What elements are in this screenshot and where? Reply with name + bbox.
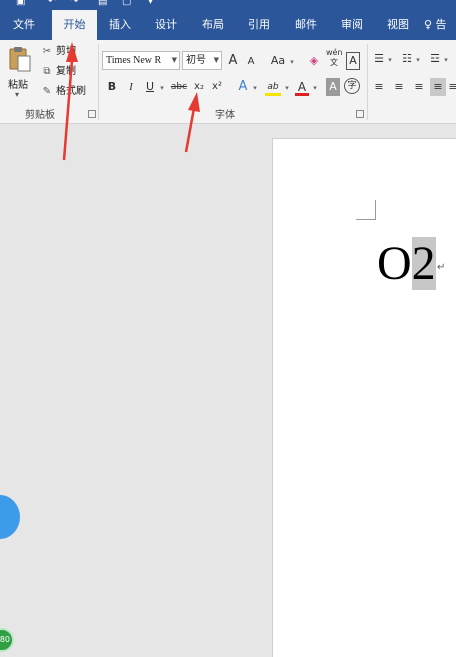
superscript-button[interactable]: x² [210, 78, 224, 96]
scissors-icon: ✂ [42, 46, 52, 57]
tab-file[interactable]: 文件 [0, 10, 48, 40]
copy-label: 复制 [56, 66, 76, 77]
save-icon[interactable]: ▣ [16, 0, 25, 7]
character-shading-button[interactable]: A [326, 78, 340, 96]
shrink-font-button[interactable]: A [244, 53, 258, 71]
italic-button[interactable]: I [125, 78, 137, 96]
undo-icon[interactable]: ↶ [48, 0, 56, 7]
tab-home[interactable]: 开始 [52, 10, 97, 40]
customize-qat-icon[interactable]: ▾ [148, 0, 153, 7]
chevron-down-icon[interactable]: ▾ [311, 78, 319, 96]
chevron-down-icon[interactable]: ▾ [414, 50, 422, 68]
tab-review[interactable]: 审阅 [332, 10, 372, 40]
ribbon-home: 粘贴 ▾ ✂ 剪切 ⧉ 复制 ✎ 格式刷 剪贴板 Times New R ▼ 初号 ▼… [0, 40, 456, 124]
chevron-down-icon[interactable]: ▾ [251, 78, 259, 96]
chevron-down-icon[interactable]: ▾ [386, 50, 394, 68]
tell-me-box[interactable]: ♀ 告 [424, 10, 456, 40]
paste-dropdown-icon[interactable]: ▾ [15, 90, 19, 99]
new-document-icon[interactable]: ▢ [122, 0, 131, 7]
chevron-down-icon[interactable]: ▾ [283, 78, 291, 96]
chevron-down-icon[interactable]: ▾ [442, 50, 450, 68]
text-effects-button[interactable]: A [236, 78, 250, 96]
chevron-down-icon: ▼ [171, 56, 177, 64]
tab-layout[interactable]: 布局 [193, 10, 233, 40]
grow-font-button[interactable]: A [226, 52, 240, 70]
speed-badge: 80 [0, 628, 14, 652]
quick-access-toolbar: ▣ ↶ ↷ ▤ ▢ ▾ [0, 0, 200, 10]
subscript-button[interactable]: x₂ [192, 78, 206, 96]
tab-view[interactable]: 视图 [378, 10, 418, 40]
floating-assistant-icon[interactable] [0, 495, 20, 539]
selected-text[interactable]: 2 [411, 237, 436, 290]
align-left-icon[interactable]: ≡ [372, 78, 386, 96]
strikethrough-button[interactable]: abc [170, 78, 188, 96]
paintbrush-icon: ✎ [42, 86, 52, 97]
font-size-value: 初号 [186, 55, 206, 66]
tab-design[interactable]: 设计 [146, 10, 186, 40]
copy-button[interactable]: ⧉ 复制 [40, 64, 76, 80]
enclose-characters-button[interactable]: 字 [344, 78, 360, 94]
cut-button[interactable]: ✂ 剪切 [40, 44, 76, 60]
group-divider [367, 44, 368, 120]
bullets-icon[interactable]: ☰ [372, 50, 386, 68]
align-center-icon[interactable]: ≡ [392, 78, 406, 96]
paste-button-label[interactable]: 粘贴 [8, 76, 28, 91]
print-preview-icon[interactable]: ▤ [98, 0, 107, 7]
change-case-button[interactable]: Aa [268, 52, 288, 70]
font-size-combo[interactable]: 初号 ▼ [182, 51, 222, 70]
format-painter-button[interactable]: ✎ 格式刷 [40, 84, 86, 100]
paragraph-mark: ↵ [437, 262, 446, 273]
chevron-down-icon[interactable]: ▾ [158, 78, 166, 96]
text-o: O [377, 237, 412, 290]
document-text[interactable]: O2 [377, 236, 436, 292]
title-bar: ▣ ↶ ↷ ▤ ▢ ▾ [0, 0, 456, 10]
clear-formatting-icon[interactable]: ◈ [306, 52, 322, 70]
format-painter-label: 格式刷 [56, 86, 86, 97]
align-right-icon[interactable]: ≡ [412, 78, 426, 96]
chevron-down-icon[interactable]: ▾ [288, 52, 296, 70]
ribbon-tabs: 文件 开始 插入 设计 布局 引用 邮件 审阅 视图 ♀ 告 [0, 10, 456, 40]
underline-button[interactable]: U [144, 78, 156, 96]
font-group-label: 字体 [215, 110, 235, 121]
numbering-icon[interactable]: ☷ [400, 50, 414, 68]
distributed-icon[interactable]: ≡ [448, 78, 456, 96]
font-name-value: Times New R [106, 55, 162, 66]
copy-icon: ⧉ [43, 66, 51, 77]
clipboard-launcher-icon[interactable] [88, 110, 96, 118]
group-divider [98, 44, 99, 120]
clipboard-group-label: 剪贴板 [25, 110, 55, 121]
phonetic-guide-button[interactable]: wén 文 [326, 48, 343, 72]
highlight-button[interactable]: ab [265, 78, 281, 96]
font-launcher-icon[interactable] [356, 110, 364, 118]
character-border-button[interactable]: A [346, 52, 360, 70]
tab-references[interactable]: 引用 [239, 10, 279, 40]
tab-insert[interactable]: 插入 [100, 10, 140, 40]
font-color-button[interactable]: A [295, 78, 309, 96]
margin-corner-mark [356, 200, 376, 220]
tab-mailings[interactable]: 邮件 [286, 10, 326, 40]
justify-icon[interactable]: ≡ [430, 78, 446, 96]
multilevel-list-icon[interactable]: ☲ [428, 50, 442, 68]
chevron-down-icon: ▼ [213, 56, 219, 64]
redo-icon[interactable]: ↷ [70, 0, 78, 7]
bold-button[interactable]: B [106, 78, 118, 96]
cut-label: 剪切 [56, 46, 76, 57]
font-name-combo[interactable]: Times New R ▼ [102, 51, 180, 70]
paste-icon[interactable] [9, 46, 31, 72]
